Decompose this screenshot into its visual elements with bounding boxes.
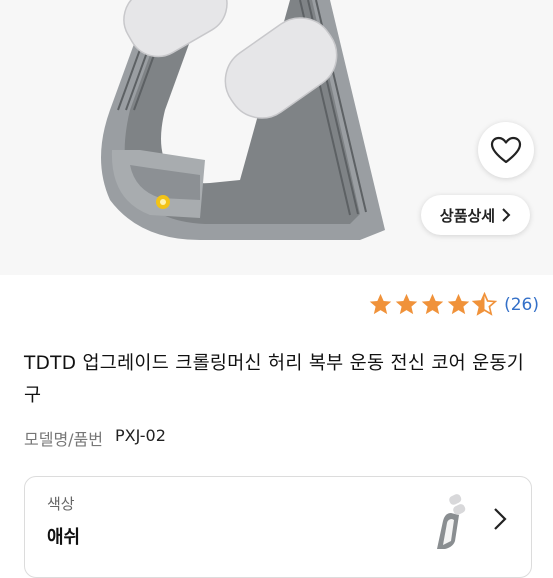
product-detail-button[interactable]: 상품상세 xyxy=(421,195,530,235)
star-half-icon xyxy=(472,292,498,316)
star-full-icon xyxy=(421,293,444,315)
product-detail-label: 상품상세 xyxy=(439,206,496,225)
chevron-right-icon xyxy=(502,208,511,222)
option-value: 애쉬 xyxy=(47,527,81,548)
option-thumbnail xyxy=(437,494,466,549)
model-value: PXJ-02 xyxy=(115,426,166,445)
model-label: 모델명/품번 xyxy=(24,430,103,449)
star-full-icon xyxy=(395,293,418,315)
product-title: TDTD 업그레이드 크롤링머신 허리 복부 운동 전신 코어 운동기구 xyxy=(24,353,525,406)
option-selector[interactable]: 색상 애쉬 xyxy=(24,476,532,578)
star-full-icon xyxy=(447,293,470,315)
star-full-icon xyxy=(369,293,392,315)
model-info: 모델명/품번 PXJ-02 xyxy=(24,426,166,450)
chevron-right-icon xyxy=(494,508,507,530)
wishlist-button[interactable] xyxy=(478,122,534,178)
review-count[interactable]: (26) xyxy=(504,295,539,315)
heart-outline-icon xyxy=(490,136,522,164)
option-label: 색상 xyxy=(47,495,75,513)
rating[interactable]: (26) xyxy=(368,292,539,317)
